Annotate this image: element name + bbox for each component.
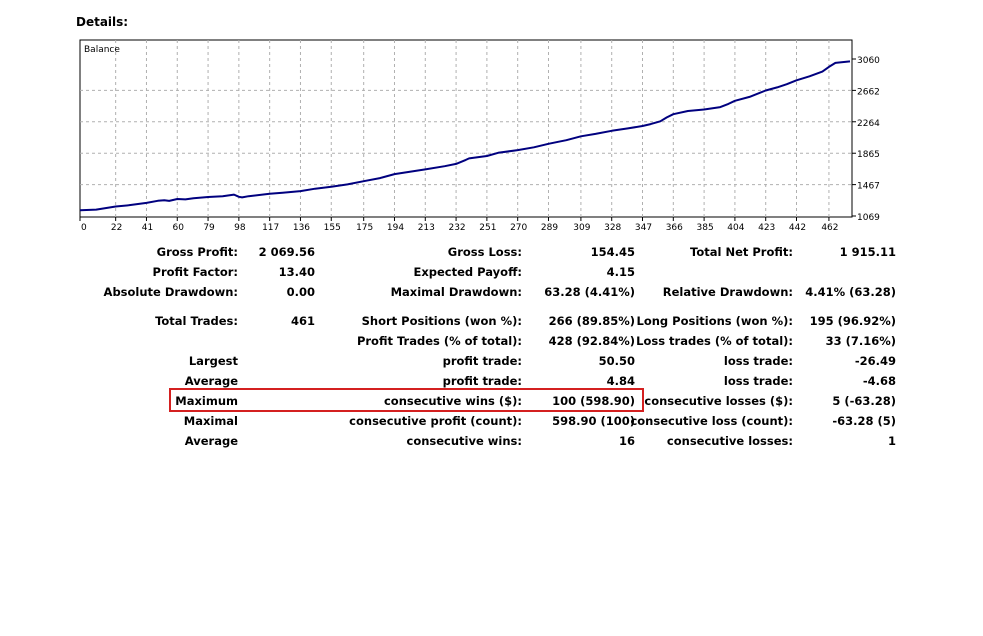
average-profit-value: 4.84 [606, 374, 635, 388]
absolute-drawdown-value: 0.00 [286, 285, 315, 299]
average-consecutive-losses-value: 1 [887, 434, 896, 448]
average-loss-value: -4.68 [862, 374, 896, 388]
average-label: Average [184, 374, 238, 388]
average-consecutive-losses-label: consecutive losses: [666, 434, 793, 448]
largest-loss-label: loss trade: [723, 354, 793, 368]
total-trades-label: Total Trades: [155, 314, 238, 328]
largest-label: Largest [188, 354, 238, 368]
expected-payoff-label: Expected Payoff: [413, 265, 523, 279]
max-consecutive-losses-value: 5 (-63.28) [832, 394, 896, 408]
average-consecutive-wins-value: 16 [618, 434, 635, 448]
average-profit-label: profit trade: [442, 374, 522, 388]
short-positions-label: Short Positions (won %): [361, 314, 522, 328]
gross-loss-label: Gross Loss: [447, 245, 522, 259]
total-net-profit-label: Total Net Profit: [690, 245, 793, 259]
profit-trades-value: 428 (92.84%) [548, 334, 635, 348]
gross-loss-value: 154.45 [590, 245, 635, 259]
profit-factor-label: Profit Factor: [152, 265, 238, 279]
max-consecutive-losses-label: consecutive losses ($): [644, 394, 793, 408]
largest-loss-value: -26.49 [854, 354, 896, 368]
average-loss-label: loss trade: [723, 374, 793, 388]
expected-payoff-value: 4.15 [606, 265, 635, 279]
long-positions-label: Long Positions (won %): [636, 314, 794, 328]
maximal-consecutive-profit-label: consecutive profit (count): [349, 414, 522, 428]
maximal-consecutive-profit-value: 598.90 (100) [552, 414, 635, 428]
absolute-drawdown-label: Absolute Drawdown: [103, 285, 238, 299]
maximal-consecutive-loss-label: consecutive loss (count): [630, 414, 793, 428]
relative-drawdown-value: 4.41% (63.28) [805, 285, 896, 299]
relative-drawdown-label: Relative Drawdown: [662, 285, 793, 299]
loss-trades-value: 33 (7.16%) [825, 334, 896, 348]
average-consecutive-wins-label: consecutive wins: [406, 434, 523, 448]
maximal-drawdown-label: Maximal Drawdown: [390, 285, 522, 299]
profit-factor-value: 13.40 [278, 265, 315, 279]
total-net-profit-value: 1 915.11 [839, 245, 896, 259]
short-positions-value: 266 (89.85%) [548, 314, 635, 328]
long-positions-value: 195 (96.92%) [809, 314, 896, 328]
total-trades-value: 461 [290, 314, 315, 328]
gross-profit-value: 2 069.56 [258, 245, 315, 259]
statistics-table: Gross Profit: 2 069.56 Gross Loss: 154.4… [0, 0, 983, 636]
largest-profit-label: profit trade: [442, 354, 522, 368]
loss-trades-label: Loss trades (% of total): [636, 334, 793, 348]
highlight-box [169, 388, 644, 412]
average-consecutive-label: Average [184, 434, 238, 448]
largest-profit-value: 50.50 [598, 354, 635, 368]
maximal-drawdown-value: 63.28 (4.41%) [544, 285, 635, 299]
profit-trades-label: Profit Trades (% of total): [356, 334, 522, 348]
gross-profit-label: Gross Profit: [156, 245, 238, 259]
maximal-label: Maximal [183, 414, 238, 428]
maximal-consecutive-loss-value: -63.28 (5) [832, 414, 896, 428]
